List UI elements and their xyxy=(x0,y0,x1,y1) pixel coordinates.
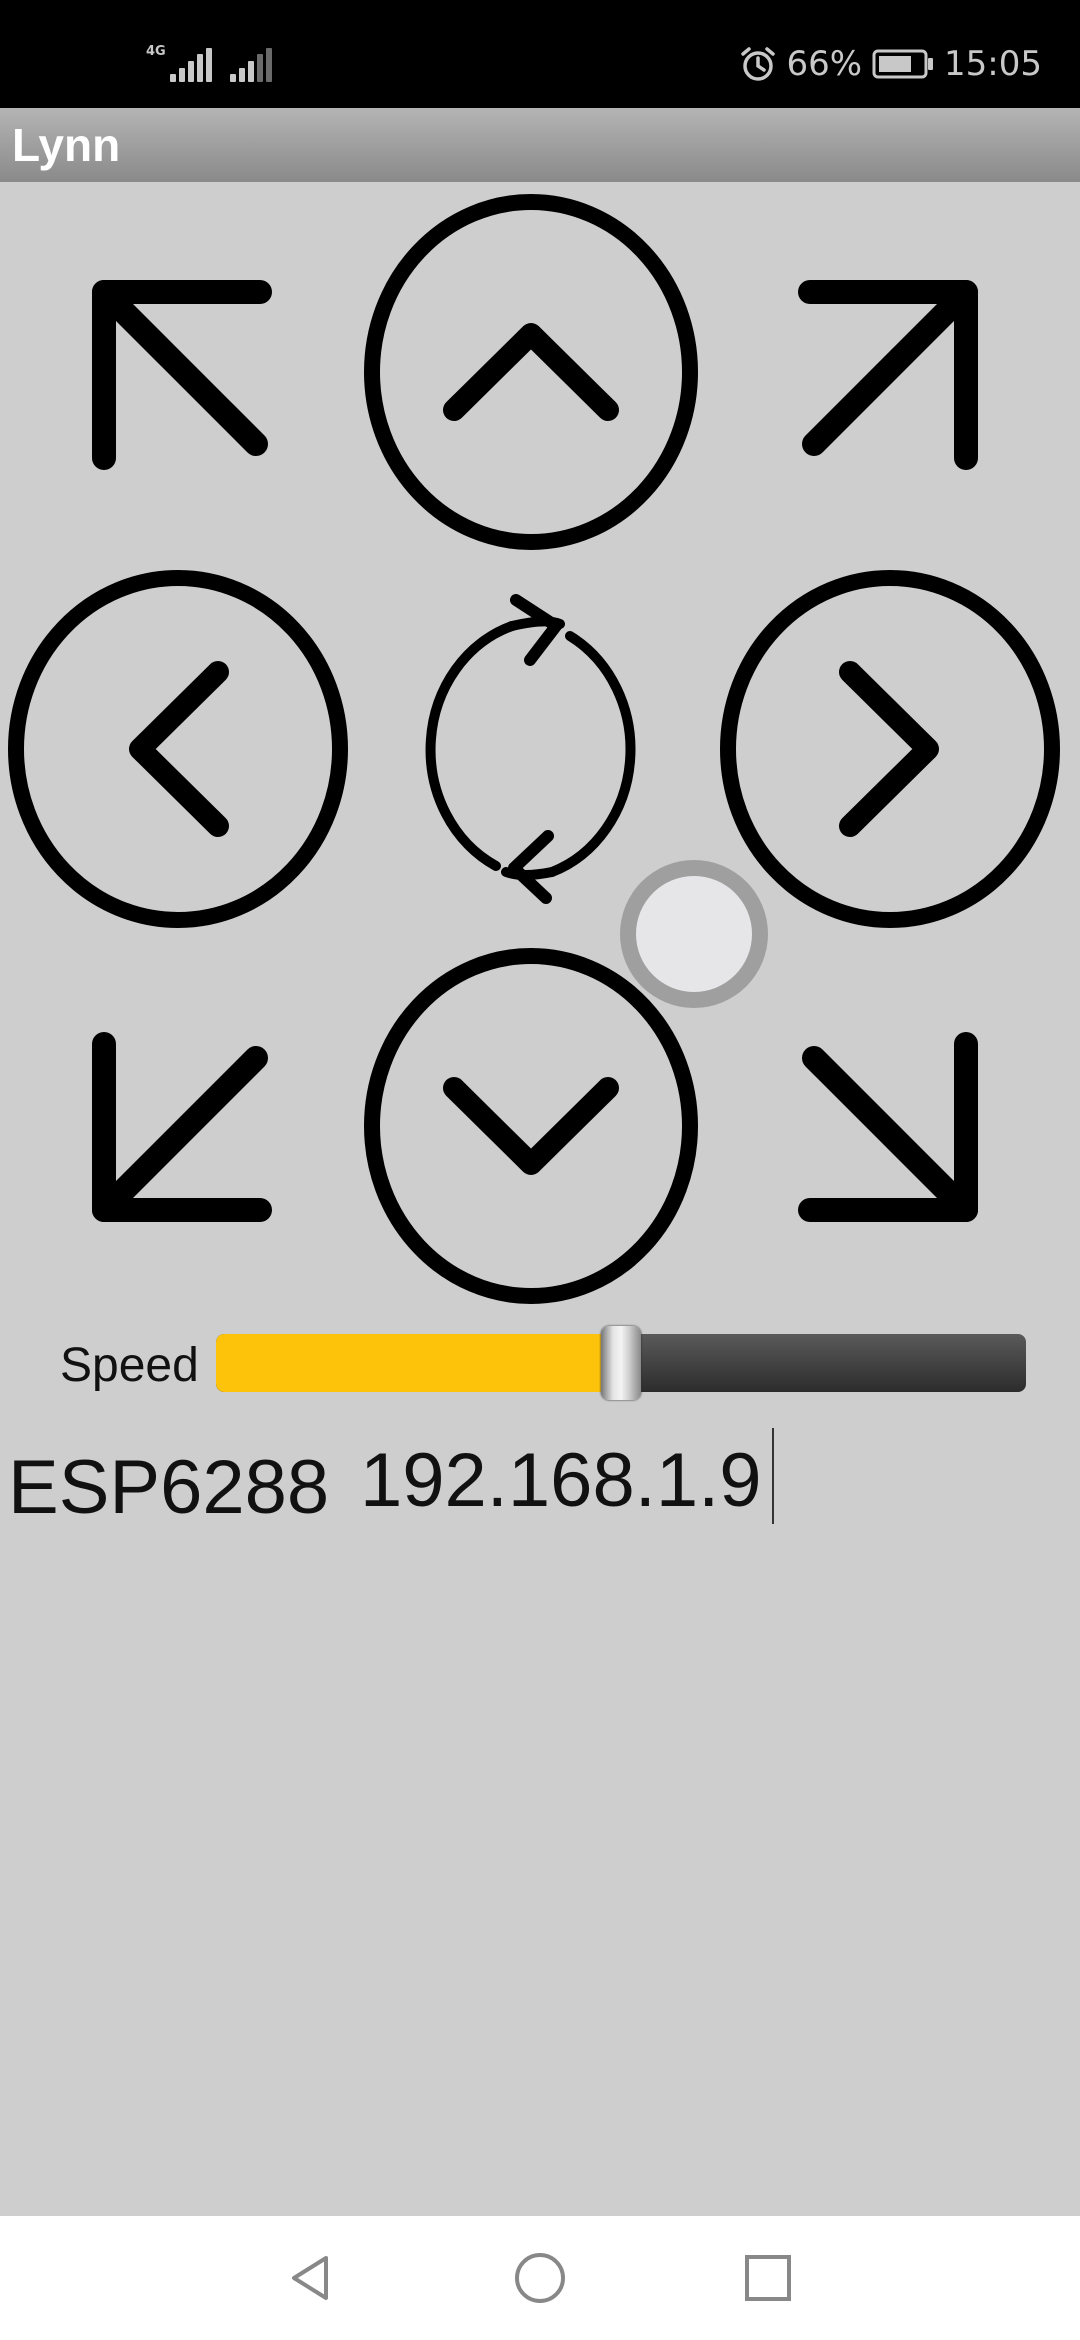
down-button[interactable] xyxy=(364,948,698,1304)
chevron-left-icon xyxy=(8,570,348,928)
screen: 4G 66% 15:05 Lynn Speed ESP6288 192.168.… xyxy=(0,0,1080,2340)
home-button[interactable] xyxy=(510,2248,570,2308)
back-button[interactable] xyxy=(280,2248,340,2308)
chevron-up-icon xyxy=(364,194,698,550)
recents-icon xyxy=(745,2255,791,2301)
status-right: 66% 15:05 xyxy=(740,42,1042,86)
right-button[interactable] xyxy=(720,570,1060,928)
rotate-icon xyxy=(425,594,636,904)
text-caret xyxy=(772,1428,774,1524)
left-button[interactable] xyxy=(8,570,348,928)
alarm-icon xyxy=(740,46,776,82)
device-name: ESP6288 xyxy=(8,1445,330,1530)
network-type-label: 4G xyxy=(146,44,166,59)
navigation-bar xyxy=(0,2216,1080,2340)
battery-icon xyxy=(872,49,934,79)
home-icon xyxy=(515,2253,565,2303)
down-right-arrow-icon xyxy=(798,1032,978,1222)
rotate-button[interactable] xyxy=(406,586,656,912)
speed-slider-thumb[interactable] xyxy=(601,1326,641,1400)
up-left-arrow-button[interactable] xyxy=(80,268,280,478)
chevron-down-icon xyxy=(364,948,698,1304)
down-left-arrow-button[interactable] xyxy=(80,1024,280,1234)
up-left-arrow-icon xyxy=(92,280,272,470)
speed-slider-fill xyxy=(216,1334,621,1392)
speed-label: Speed xyxy=(60,1339,199,1392)
speed-slider[interactable] xyxy=(216,1326,1026,1400)
app-title: Lynn xyxy=(12,119,121,171)
up-button[interactable] xyxy=(364,194,698,550)
signal-icon xyxy=(230,48,272,82)
chevron-right-icon xyxy=(720,570,1060,928)
battery-percent: 66% xyxy=(786,44,863,84)
up-right-arrow-button[interactable] xyxy=(790,268,990,478)
down-right-arrow-button[interactable] xyxy=(790,1024,990,1234)
down-left-arrow-icon xyxy=(92,1032,272,1222)
touch-indicator-dot xyxy=(636,876,752,992)
status-bar: 4G 66% 15:05 xyxy=(0,0,1080,108)
clock: 15:05 xyxy=(944,44,1042,84)
up-right-arrow-icon xyxy=(798,280,978,470)
touch-indicator xyxy=(620,860,768,1008)
back-icon xyxy=(292,2256,328,2300)
app-title-bar: Lynn xyxy=(0,108,1080,182)
signal-icon xyxy=(170,48,212,82)
recents-button[interactable] xyxy=(738,2248,798,2308)
ip-address-field[interactable] xyxy=(356,1430,860,1530)
